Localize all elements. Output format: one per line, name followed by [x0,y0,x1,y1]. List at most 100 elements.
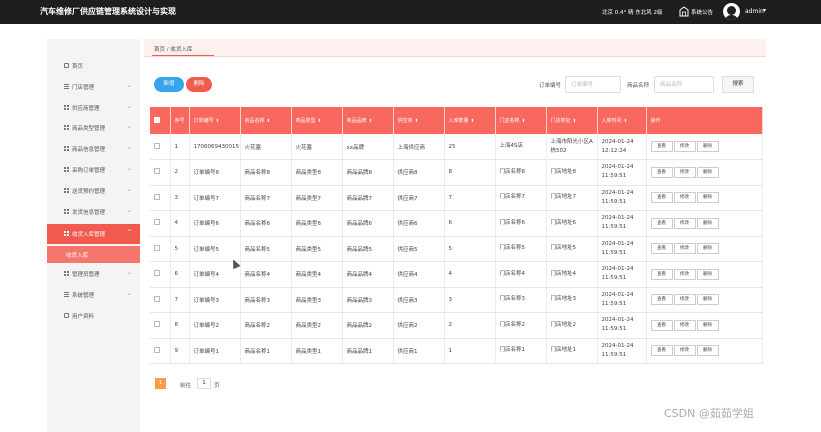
page-input[interactable]: 1 [197,378,211,389]
sidebar-item[interactable]: 发货信息管理 ⌄ [47,202,140,222]
avatar[interactable] [723,3,740,20]
table-cell: 商品名称8 [240,159,292,186]
select-all-checkbox[interactable] [154,116,160,123]
grid-icon [64,105,69,110]
edit-button[interactable]: 修改 [673,166,696,178]
row-checkbox[interactable] [154,270,160,277]
sort-icon[interactable]: ⬍ [573,119,577,124]
edit-button[interactable]: 修改 [673,268,696,280]
sort-icon[interactable]: ⬍ [624,119,628,124]
row-checkbox[interactable] [154,244,160,251]
select-all-header[interactable] [150,107,171,134]
row-checkbox[interactable] [154,142,160,149]
sort-icon[interactable]: ⬍ [415,119,419,124]
edit-button[interactable]: 修改 [673,294,696,306]
top-bar: 汽车维修厂供应链管理系统设计与实现 北京 0.4° 晴 东北风 2级 系统公告 … [0,0,821,24]
sidebar-item[interactable]: 采购订单管理 ⌄ [47,160,140,180]
sidebar-item[interactable]: 用户资料 [47,306,140,326]
row-checkbox[interactable] [154,295,160,302]
add-button[interactable]: 新增 [154,77,184,92]
table-cell: 8 [444,159,496,186]
caret-down-icon[interactable]: ▾ [763,7,766,14]
sidebar-item[interactable]: 商品类型管理 ⌄ [47,118,140,138]
sidebar-item[interactable]: 管理员管理 ⌄ [47,264,140,284]
grid-icon [64,209,69,214]
view-button[interactable]: 查看 [650,141,673,152]
sidebar-subitem-receiving[interactable]: 收货入库 [47,246,140,263]
sort-icon[interactable]: ⬍ [318,119,322,124]
sort-icon[interactable]: ⬍ [369,119,373,124]
order-number-input[interactable] [565,76,621,93]
view-button[interactable]: 查看 [650,319,673,331]
column-header: 商品品牌 ⬍ [342,107,394,134]
sort-icon[interactable]: ⬍ [471,119,475,124]
order-number-label: 订单编号 [539,83,562,89]
edit-button[interactable]: 修改 [673,217,696,229]
table-cell: 门店名称2 [495,312,547,339]
edit-button[interactable]: 修改 [673,141,696,152]
home-icon [64,63,69,68]
column-header: 商品名称 ⬍ [240,107,292,134]
edit-button[interactable]: 修改 [673,243,696,255]
column-header: 序号 [170,107,190,134]
sidebar-item[interactable]: 首页 [47,56,140,76]
product-name-input[interactable] [654,76,714,93]
view-button[interactable]: 查看 [650,345,673,357]
user-menu[interactable]: admin [745,8,764,15]
delete-row-button[interactable]: 删除 [696,268,719,280]
delete-row-button[interactable]: 删除 [696,294,719,306]
table-cell: 商品名称2 [240,312,292,339]
sidebar-item[interactable]: 系统管理 ⌄ [47,285,140,305]
table-cell: xx品牌 [342,134,394,160]
table-cell: 供应商1 [393,338,445,364]
edit-button[interactable]: 修改 [673,345,696,357]
sort-icon[interactable]: ⬍ [267,119,271,124]
sidebar-item[interactable]: 供应商管理 ⌄ [47,98,140,118]
sort-icon[interactable]: ⬍ [216,119,220,124]
row-checkbox[interactable] [154,219,160,226]
sidebar-item[interactable]: 门店管理 ⌄ [47,77,140,97]
column-header: 操作 [646,107,763,134]
table-cell: 门店名称3 [495,287,547,313]
edit-button[interactable]: 修改 [673,319,696,331]
delete-row-button[interactable]: 删除 [696,243,719,255]
table-row: 4 订单编号6 商品名称6 商品类型6 商品品牌6 供应商6 6 门店名称6 门店地址6 2024… [150,210,763,237]
column-header: 订单编号 ⬍ [189,107,241,134]
row-checkbox[interactable] [154,193,160,200]
system-notice-link[interactable]: 系统公告 [691,8,713,16]
row-checkbox[interactable] [154,321,160,328]
view-button[interactable]: 查看 [650,192,673,204]
sidebar-item[interactable]: 送货预约管理 ⌄ [47,181,140,201]
delete-row-button[interactable]: 删除 [696,166,719,178]
notice-icon[interactable] [679,6,689,17]
table-cell: 商品品牌3 [342,287,394,313]
edit-button[interactable]: 修改 [673,192,696,204]
view-button[interactable]: 查看 [650,243,673,255]
delete-row-button[interactable]: 删除 [696,319,719,331]
breadcrumb-bar: 首页 / 收货入库 [144,39,766,57]
view-button[interactable]: 查看 [650,166,673,178]
sidebar-item[interactable]: 商品信息管理 ⌄ [47,139,140,159]
column-header-label: 商品名称 [244,118,265,124]
view-button[interactable]: 查看 [650,217,673,229]
delete-row-button[interactable]: 删除 [696,345,719,357]
delete-row-button[interactable]: 删除 [696,192,719,204]
grid-icon [64,167,69,172]
delete-row-button[interactable]: 删除 [696,141,719,152]
row-checkbox[interactable] [154,346,160,353]
sidebar-item-label: 采购订单管理 [72,168,106,174]
row-select-cell [150,261,171,288]
sidebar-subitem-label: 收货入库 [66,253,89,259]
row-checkbox[interactable] [154,168,160,175]
sidebar-item[interactable]: 收货入库管理 ^ [47,224,140,244]
delete-row-button[interactable]: 删除 [696,217,719,229]
page-number-current[interactable]: 1 [155,378,166,389]
row-actions: 查看 修改 删除 [646,185,763,211]
delete-button[interactable]: 删除 [186,77,212,92]
sort-icon[interactable]: ⬍ [522,119,526,124]
table-cell: 6 [170,261,190,288]
table-cell: 门店地址5 [546,236,598,262]
search-button[interactable]: 搜索 [722,76,754,93]
view-button[interactable]: 查看 [650,294,673,306]
view-button[interactable]: 查看 [650,268,673,280]
